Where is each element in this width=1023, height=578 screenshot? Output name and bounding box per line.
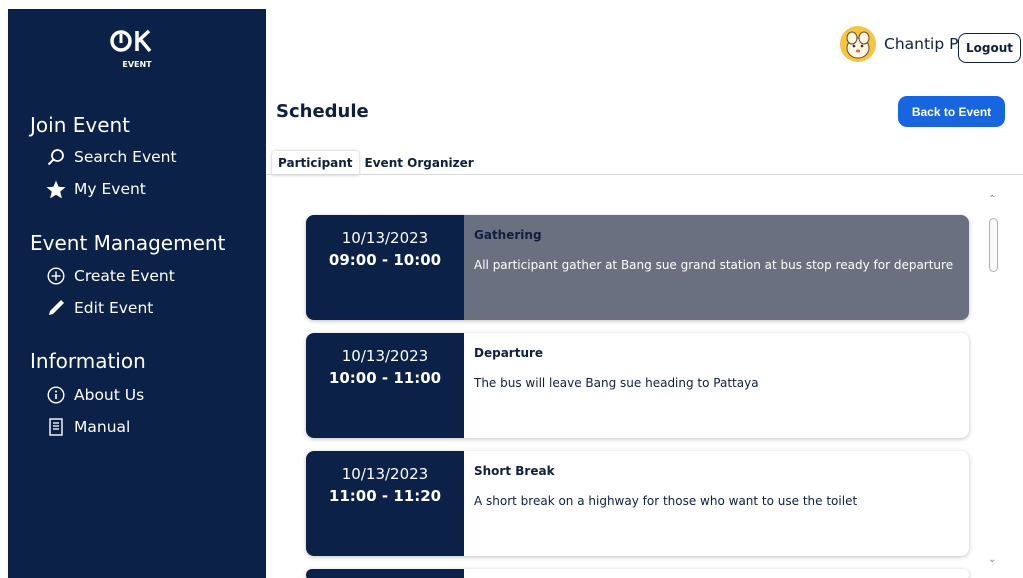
logo-subtitle: EVENT (122, 60, 152, 69)
main-content: Chantip P. Logout Schedule Back to Event… (266, 9, 1023, 578)
schedule-card[interactable]: 10/13/2023 10:00 - 11:00 Departure The b… (306, 333, 969, 438)
schedule-description: The bus will leave Bang sue heading to P… (474, 376, 759, 390)
info-circle-icon (45, 385, 67, 405)
schedule-title: Short Break (474, 464, 555, 478)
logo-icon (110, 29, 152, 53)
sidebar-item-my-event[interactable]: My Event (45, 177, 146, 201)
user-menu[interactable]: Chantip P. (840, 26, 961, 62)
schedule-date: 10/13/2023 (341, 229, 429, 247)
scrollbar-thumb[interactable] (989, 218, 998, 272)
schedule-card[interactable]: 10/13/2023 11:00 - 11:20 Short Break A s… (306, 451, 969, 556)
avatar (840, 26, 877, 62)
schedule-card[interactable]: 10/13/2023 09:00 - 10:00 Gathering All p… (306, 215, 969, 320)
star-icon (45, 179, 67, 199)
sidebar-item-label: Search Event (74, 148, 177, 166)
logout-button[interactable]: Logout (958, 33, 1021, 63)
pencil-icon (45, 298, 67, 318)
schedule-description: A short break on a highway for those who… (474, 494, 858, 508)
schedule-title: Departure (474, 346, 544, 360)
sidebar-item-about-us[interactable]: About Us (45, 383, 144, 407)
schedule-time-block: 10/13/2023 10:00 - 11:00 (306, 333, 464, 438)
tab-event-organizer[interactable]: Event Organizer (359, 151, 480, 175)
schedule-hours: 09:00 - 10:00 (328, 251, 442, 269)
user-name: Chantip P. (884, 35, 961, 53)
chevron-down-icon[interactable]: ⌄ (988, 554, 996, 565)
document-icon (45, 417, 67, 437)
schedule-time-block: 10/13/2023 09:00 - 10:00 (306, 215, 464, 320)
logo-mark (8, 28, 266, 60)
schedule-hours: 10:00 - 11:00 (328, 369, 442, 387)
sidebar-item-label: Manual (74, 418, 131, 436)
chevron-up-icon[interactable]: ⌃ (988, 194, 996, 205)
sidebar-item-create-event[interactable]: Create Event (45, 264, 175, 288)
search-icon (45, 147, 67, 167)
back-to-event-button[interactable]: Back to Event (898, 96, 1005, 127)
sidebar-item-search-event[interactable]: Search Event (45, 145, 177, 169)
sidebar-item-label: Edit Event (74, 299, 154, 317)
schedule-date: 10/13/2023 (341, 465, 429, 483)
schedule-date: 10/13/2023 (341, 347, 429, 365)
page-title: Schedule (276, 101, 369, 122)
sidebar-item-label: My Event (74, 180, 146, 198)
schedule-time-block (306, 569, 464, 578)
section-join-event: Join Event (30, 113, 131, 137)
sidebar-item-label: Create Event (74, 267, 175, 285)
section-event-management: Event Management (30, 231, 226, 255)
scrollbar[interactable]: ⌃ ⌄ (986, 194, 1000, 578)
schedule-time-block: 10/13/2023 11:00 - 11:20 (306, 451, 464, 556)
section-information: Information (30, 349, 146, 373)
schedule-hours: 11:00 - 11:20 (328, 487, 442, 505)
sidebar-item-edit-event[interactable]: Edit Event (45, 296, 153, 320)
plus-circle-icon (45, 266, 67, 286)
schedule-card-partial[interactable] (306, 569, 969, 578)
sidebar-item-manual[interactable]: Manual (45, 415, 130, 439)
schedule-title: Gathering (474, 228, 542, 242)
sidebar-item-label: About Us (74, 386, 145, 404)
tab-bar: Participant Event Organizer (272, 151, 480, 175)
logo[interactable]: EVENT (8, 28, 266, 70)
sidebar: EVENT Join Event Search Event My Event E… (8, 9, 266, 578)
tab-participant[interactable]: Participant (272, 151, 359, 175)
tab-divider (266, 174, 1023, 175)
schedule-description: All participant gather at Bang sue grand… (474, 258, 954, 272)
